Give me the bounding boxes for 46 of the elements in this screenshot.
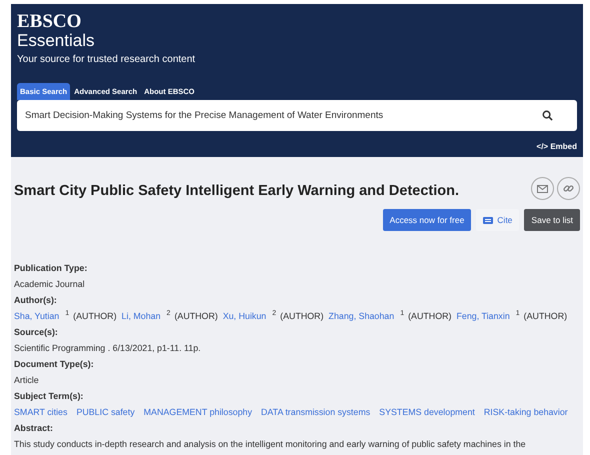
link-icon: [563, 183, 574, 194]
field-value: This study conducts in-depth research and analysis on the intelligent monitoring and early warning of public safety machines in the: [14, 438, 527, 451]
affiliation-number: 1: [65, 309, 70, 319]
field-value: Scientific Programming . 6/13/2021, p1-11. 11p.: [14, 342, 202, 355]
quote-card-icon: [483, 216, 494, 224]
access-button[interactable]: Access now for free: [382, 209, 472, 231]
tagline: Your source for trusted research content: [17, 54, 196, 65]
email-button[interactable]: [531, 177, 554, 200]
link-button[interactable]: [557, 177, 580, 200]
author-link[interactable]: Zhang, Shaohan: [328, 308, 394, 324]
field-label: Document Type(s):: [14, 358, 95, 371]
subject-term-link[interactable]: PUBLIC safety: [76, 404, 135, 420]
logo-subtitle: Essentials: [17, 32, 96, 49]
affiliation-number: 2: [166, 309, 170, 319]
author-link[interactable]: Xu, Huikun: [222, 308, 266, 324]
field-value: Academic Journal: [14, 278, 86, 291]
affiliation-number: 2: [272, 309, 276, 319]
author-role: (AUTHOR): [280, 310, 324, 323]
author-role: (AUTHOR): [73, 310, 117, 323]
field-label: Publication Type:: [14, 262, 88, 275]
field-value: Article: [14, 374, 40, 387]
field-label: Source(s):: [14, 326, 59, 339]
affiliation-number: 1: [516, 309, 520, 319]
affiliation-number: 1: [400, 309, 404, 319]
article-title: Smart City Public Safety Intelligent Early Warning and Detection.: [14, 183, 460, 199]
envelope-icon: [537, 184, 548, 192]
search-icon[interactable]: [542, 110, 553, 121]
embed-link[interactable]: </> Embed: [536, 142, 577, 151]
field-label: Author(s):: [14, 294, 58, 307]
author-link[interactable]: Feng, Tianxin: [456, 308, 510, 324]
author-role: (AUTHOR): [174, 310, 218, 323]
logo-text: EBSCO: [17, 12, 82, 31]
author-link[interactable]: Li, Mohan: [122, 308, 161, 324]
subject-term-link[interactable]: SYSTEMS development: [379, 404, 475, 420]
subject-term-link[interactable]: MANAGEMENT philosophy: [144, 404, 252, 420]
subject-term-link[interactable]: SMART cities: [14, 404, 68, 420]
search-field[interactable]: Smart Decision-Making Systems for the Precise Management of Water Environments: [17, 100, 577, 131]
author-role: (AUTHOR): [408, 310, 452, 323]
field-label: Subject Term(s):: [14, 390, 84, 403]
subject-term-link[interactable]: RISK-taking behavior: [484, 404, 568, 420]
author-link[interactable]: Sha, Yutian: [14, 308, 60, 324]
author-role: (AUTHOR): [524, 310, 568, 323]
field-label: Abstract:: [14, 422, 54, 435]
save-button[interactable]: Save to list: [524, 209, 580, 231]
subject-term-link[interactable]: DATA transmission systems: [261, 404, 370, 420]
cite-button[interactable]: Cite: [476, 209, 520, 231]
